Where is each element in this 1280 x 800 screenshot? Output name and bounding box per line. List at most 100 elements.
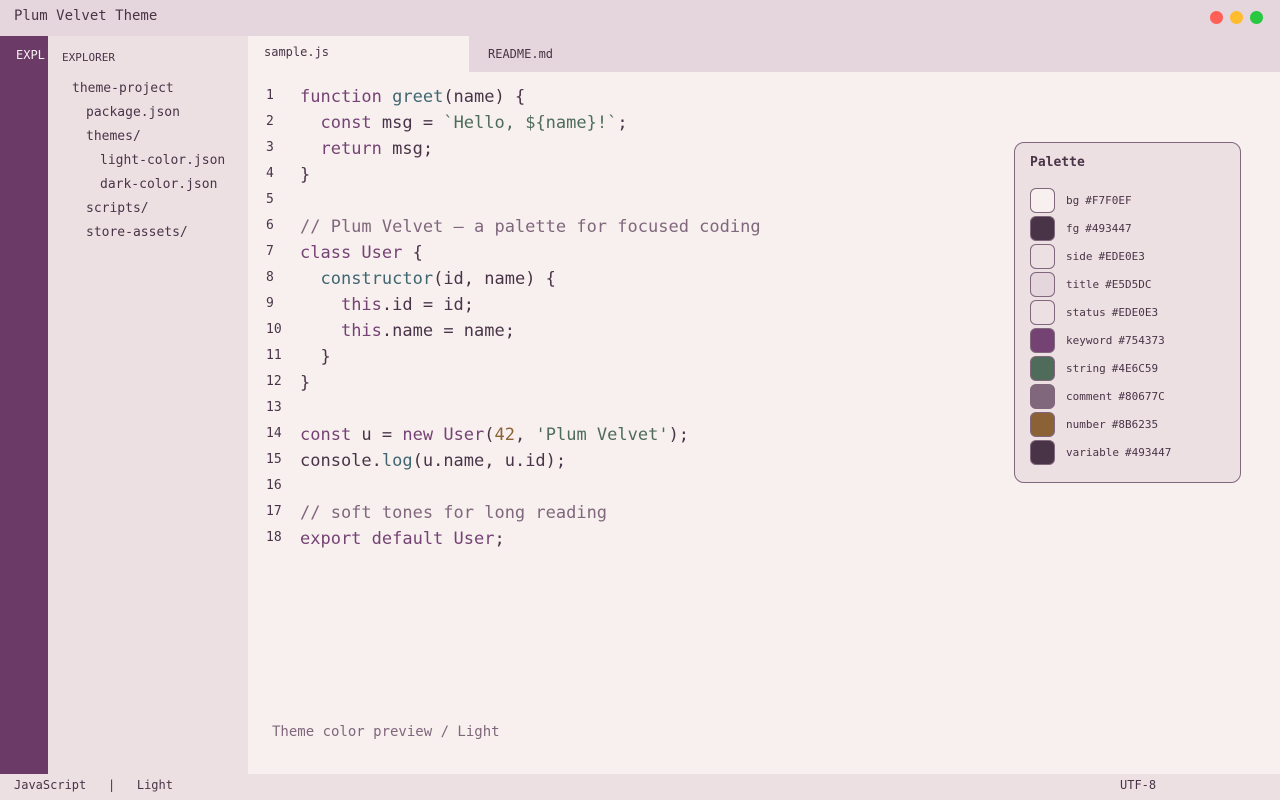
code-token: (name) { xyxy=(443,87,526,107)
code-text: function greet(name) { xyxy=(300,87,525,107)
swatch-hex: #493447 xyxy=(1124,446,1172,459)
line-number: 15 xyxy=(266,452,282,467)
tree-item[interactable]: theme-project xyxy=(72,81,174,96)
code-token: const xyxy=(320,113,372,133)
swatch-row: keyword #754373 xyxy=(1030,328,1230,354)
line-number: 9 xyxy=(266,296,274,311)
line-number: 12 xyxy=(266,374,282,389)
color-swatch[interactable] xyxy=(1030,440,1055,465)
swatch-hex: #80677C xyxy=(1118,390,1165,403)
code-text: // Plum Velvet — a palette for focused c… xyxy=(300,217,761,237)
code-line: 5 xyxy=(248,192,1008,218)
code-text: this.name = name; xyxy=(300,321,515,341)
code-token: msg; xyxy=(381,139,434,159)
color-swatch[interactable] xyxy=(1030,356,1055,381)
code-token: console. xyxy=(300,451,382,471)
swatch-name: string xyxy=(1066,362,1106,375)
color-swatch[interactable] xyxy=(1030,216,1055,241)
swatch-label: bg #F7F0EF xyxy=(1066,194,1132,207)
status-encoding[interactable]: UTF-8 xyxy=(1120,778,1156,792)
status-bar: JavaScript | Light UTF-8 xyxy=(0,774,1280,800)
line-number: 14 xyxy=(266,426,282,441)
line-number: 8 xyxy=(266,270,274,285)
explorer-activity-button[interactable]: EXPL xyxy=(16,48,46,62)
tab-sample-js[interactable]: sample.js xyxy=(248,36,469,72)
code-token: this xyxy=(340,321,382,341)
color-swatch[interactable] xyxy=(1030,244,1055,269)
swatch-label: fg #493447 xyxy=(1066,222,1132,235)
swatch-row: bg #F7F0EF xyxy=(1030,188,1230,214)
swatch-row: comment #80677C xyxy=(1030,384,1230,410)
color-swatch[interactable] xyxy=(1030,412,1055,437)
swatch-hex: #4E6C59 xyxy=(1111,362,1159,375)
maximize-window-button[interactable] xyxy=(1250,11,1263,24)
tab-bar: sample.js README.md xyxy=(248,36,1280,72)
tree-item[interactable]: themes/ xyxy=(86,129,141,144)
code-token: (u.name, u.id); xyxy=(412,451,567,471)
close-window-button[interactable] xyxy=(1210,11,1223,24)
tree-item[interactable]: package.json xyxy=(86,105,180,120)
swatch-row: status #EDE0E3 xyxy=(1030,300,1230,326)
code-editor[interactable]: 1 function greet(name) {2 const msg = `He… xyxy=(248,72,1280,774)
code-token: // Plum Velvet — a palette for focused c… xyxy=(300,217,761,237)
code-line: 4} xyxy=(248,165,1008,192)
sidebar-title: EXPLORER xyxy=(62,51,115,64)
color-swatch[interactable] xyxy=(1030,384,1055,409)
swatch-hex: #493447 xyxy=(1085,222,1132,235)
color-swatch[interactable] xyxy=(1030,328,1055,353)
line-number: 10 xyxy=(266,322,282,337)
swatch-row: variable #493447 xyxy=(1030,440,1230,466)
status-mode[interactable]: Light xyxy=(137,778,173,792)
line-number: 17 xyxy=(266,504,282,519)
status-left: JavaScript | Light xyxy=(14,778,173,792)
swatch-label: keyword #754373 xyxy=(1066,334,1165,347)
code-token: this xyxy=(340,295,382,315)
code-token: } xyxy=(300,373,311,393)
tree-item[interactable]: store-assets/ xyxy=(86,225,188,240)
swatch-label: number #8B6235 xyxy=(1066,418,1158,431)
code-token: 42 xyxy=(494,425,516,445)
tree-item[interactable]: dark-color.json xyxy=(100,177,217,192)
line-number: 6 xyxy=(266,218,274,233)
tree-item[interactable]: scripts/ xyxy=(86,201,149,216)
code-token: .name = name; xyxy=(381,321,515,341)
line-number: 5 xyxy=(266,192,274,207)
color-swatch[interactable] xyxy=(1030,188,1055,213)
code-token: msg = xyxy=(371,113,444,133)
code-token: ); xyxy=(668,425,690,445)
code-token: return xyxy=(320,139,382,159)
swatch-hex: #E5D5DC xyxy=(1105,278,1152,291)
code-text: } xyxy=(300,373,310,393)
code-token: class xyxy=(300,243,362,263)
swatch-label: status #EDE0E3 xyxy=(1066,306,1158,319)
color-swatch[interactable] xyxy=(1030,272,1055,297)
window-title: Plum Velvet Theme xyxy=(14,8,158,24)
code-line: 15 console.log(u.name, u.id); xyxy=(248,451,1008,478)
swatch-name: bg xyxy=(1066,194,1080,207)
swatch-hex: #8B6235 xyxy=(1111,418,1159,431)
status-separator: | xyxy=(107,778,116,792)
minimize-window-button[interactable] xyxy=(1230,11,1243,24)
color-swatch[interactable] xyxy=(1030,300,1055,325)
swatch-name: variable xyxy=(1066,446,1119,459)
code-text: return msg; xyxy=(300,139,433,159)
status-language[interactable]: JavaScript xyxy=(14,778,86,792)
code-token: User xyxy=(443,425,485,445)
tree-item[interactable]: light-color.json xyxy=(100,153,225,168)
tab-readme-md[interactable]: README.md xyxy=(469,36,709,72)
line-number: 7 xyxy=(266,244,274,259)
code-token: User xyxy=(453,529,495,549)
code-token: ; xyxy=(617,113,628,133)
tab-label: sample.js xyxy=(264,45,330,59)
line-number: 1 xyxy=(266,88,274,103)
line-number: 18 xyxy=(266,530,282,545)
code-token: User xyxy=(361,243,403,263)
code-token: log xyxy=(381,451,413,471)
palette-panel: Palette bg #F7F0EF fg #493447 side #EDE0E3 tit… xyxy=(1014,142,1241,483)
code-token: function xyxy=(300,87,393,107)
swatch-label: string #4E6C59 xyxy=(1066,362,1158,375)
line-number: 3 xyxy=(266,140,274,155)
code-token: 'Plum Velvet' xyxy=(535,425,669,445)
